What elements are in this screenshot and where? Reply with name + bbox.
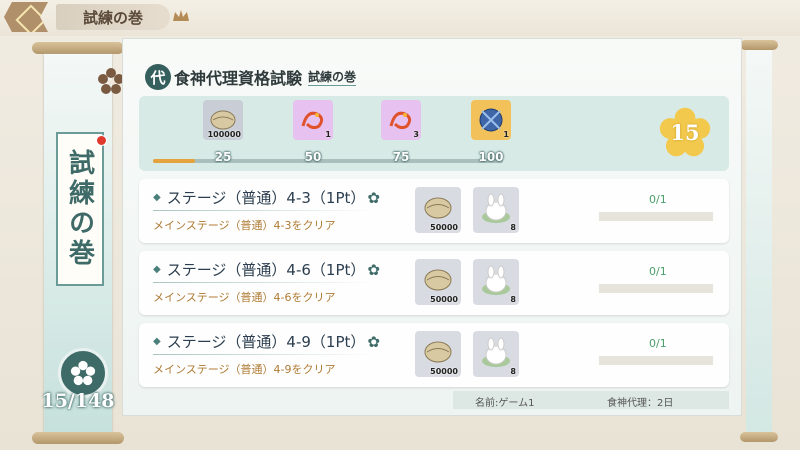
vertical-title[interactable]: 試練の巻 [56,132,104,286]
shell-icon[interactable]: 50000 [415,331,461,377]
progress-text: 0/1 [649,337,667,350]
main-panel: 代 食神代理資格試験 試練の巻 100000 1 3 1 25 50 75 10… [122,38,742,416]
stage-description: メインステージ（普通）4-6をクリア [153,291,336,304]
top-bar: 試練の巻 [0,0,800,36]
progress-text: 0/1 [649,265,667,278]
footer-name: 名前:ゲーム1 [475,398,535,409]
crown-icon[interactable] [172,9,190,23]
footer-agent: 食神代理：2日 [607,398,674,409]
progress-text: 0/1 [649,193,667,206]
stage-description: メインステージ（普通）4-9をクリア [153,363,336,376]
flower-icon: ✿ [367,332,380,351]
scroll-rod-top [32,42,124,54]
back-button[interactable] [4,2,48,32]
dai-badge-icon: 代 [145,64,171,90]
progress-track [153,159,503,163]
back-arrow-icon [15,4,47,32]
progress-bar [599,284,713,293]
milestone-label: 50 [304,150,322,164]
fire-dragon-icon: 3 [381,100,421,140]
level-value: 15 [670,119,700,145]
reward-track: 100000 1 3 1 25 50 75 100 15 [139,96,729,171]
stage-title: ステージ（普通）4-3（1Pt） [166,189,366,207]
stage-title: ステージ（普通）4-6（1Pt） [166,261,366,279]
blue-crystal-icon: 1 [471,100,511,140]
rabbit-bun-icon[interactable]: 8 [473,187,519,233]
fire-dragon-icon: 1 [293,100,333,140]
stage-title: ステージ（普通）4-9（1Pt） [166,333,366,351]
stage-card[interactable]: ◆ ステージ（普通）4-9（1Pt） ✿ メインステージ（普通）4-9をクリア 50… [139,323,729,387]
diamond-icon: ◆ [153,264,161,275]
progress-bar [599,356,713,365]
panel-subtitle: 試練の巻 [308,70,357,86]
milestone-label: 75 [392,150,410,164]
shell-icon[interactable]: 50000 [415,259,461,305]
divider [153,210,373,211]
notification-dot [96,135,107,146]
progress-count: 15/148 [41,390,115,412]
flower-icon: ✿ [367,188,380,207]
flower-icon [70,360,96,386]
left-scroll: 試練の巻 15/148 [32,40,124,445]
footer-info: 名前:ゲーム1 食神代理：2日 [453,391,729,409]
progress-bar [599,212,713,221]
progress-fill [153,159,195,163]
rabbit-bun-icon[interactable]: 8 [473,259,519,305]
stage-description: メインステージ（普通）4-3をクリア [153,219,336,232]
divider [153,354,373,355]
milestone-reward[interactable]: 1 [293,100,333,140]
shell-icon: 100000 [203,100,243,140]
milestone-reward[interactable]: 100000 [203,100,243,140]
milestone-label: 25 [214,150,232,164]
milestone-reward[interactable]: 1 [471,100,511,140]
page-title: 試練の巻 [56,4,170,30]
shell-icon[interactable]: 50000 [415,187,461,233]
right-scroll-decoration [740,40,778,445]
level-badge: 15 [659,106,711,158]
flower-icon: ✿ [367,260,380,279]
rabbit-bun-icon[interactable]: 8 [473,331,519,377]
milestone-label: 100 [478,150,504,164]
milestone-reward[interactable]: 3 [381,100,421,140]
diamond-icon: ◆ [153,336,161,347]
stage-card[interactable]: ◆ ステージ（普通）4-6（1Pt） ✿ メインステージ（普通）4-6をクリア 50… [139,251,729,315]
scroll-rod-bottom [32,432,124,444]
panel-header: 代 食神代理資格試験 試練の巻 [145,63,357,91]
diamond-icon: ◆ [153,192,161,203]
divider [153,282,373,283]
stage-card[interactable]: ◆ ステージ（普通）4-3（1Pt） ✿ メインステージ（普通）4-3をクリア 50… [139,179,729,243]
panel-title: 食神代理資格試験 [174,69,303,88]
